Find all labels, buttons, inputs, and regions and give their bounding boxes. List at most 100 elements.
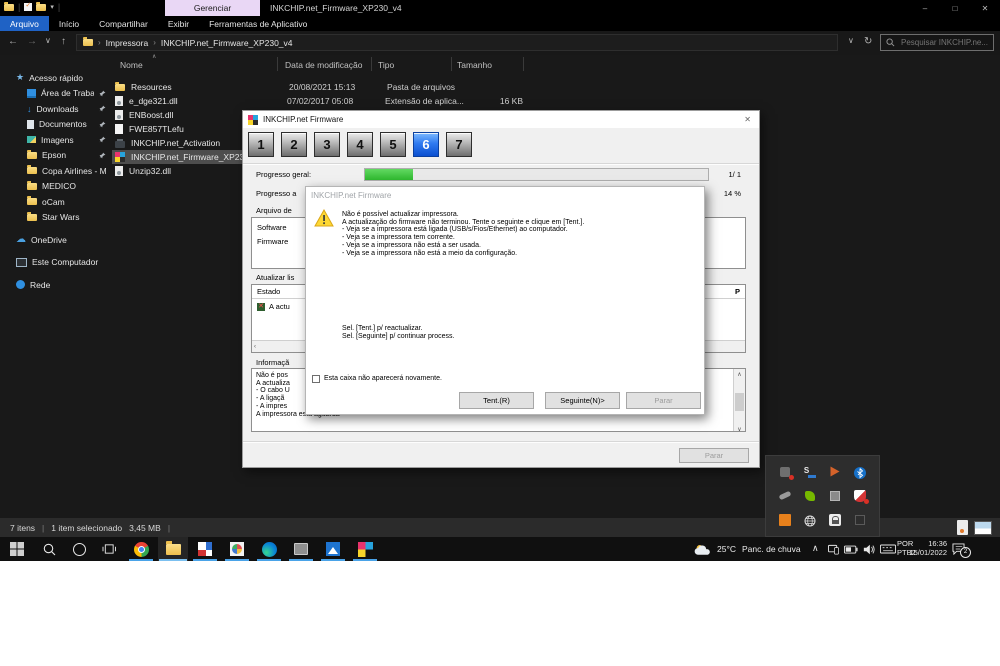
- retry-button[interactable]: Tent.(R): [459, 392, 534, 409]
- column-header-tamanho[interactable]: Tamanho: [457, 60, 492, 70]
- start-button[interactable]: [2, 537, 32, 561]
- taskbar-pdf-app[interactable]: [190, 537, 220, 561]
- close-button[interactable]: ✕: [970, 0, 1000, 16]
- power-icon[interactable]: [779, 466, 791, 478]
- placeholder-icon[interactable]: [854, 514, 866, 526]
- weather-widget[interactable]: 25°C Panc. de chuva: [694, 537, 801, 561]
- antivirus-icon[interactable]: [854, 490, 866, 502]
- documents-icon: [27, 120, 34, 129]
- sidebar-item-copa-airlines[interactable]: Copa Airlines - Mala: [0, 163, 108, 179]
- taskbar-image-editor[interactable]: [222, 537, 252, 561]
- tab-arquivo[interactable]: Arquivo: [0, 16, 49, 31]
- list-header-estado[interactable]: Estado: [257, 287, 280, 296]
- windows-logo-icon: [10, 542, 24, 556]
- file-row-edge321[interactable]: e_dge321.dll 07/02/2017 05:08 Extensão d…: [112, 94, 1000, 108]
- tab-exibir[interactable]: Exibir: [158, 16, 199, 31]
- next-button[interactable]: Seguinte(N)>: [545, 392, 620, 409]
- qat-customize-chevron-icon[interactable]: ▾: [50, 3, 54, 11]
- volume-icon[interactable]: [863, 544, 875, 555]
- sidebar-item-onedrive[interactable]: ☁ OneDrive: [0, 232, 108, 248]
- cortana-button[interactable]: [64, 537, 94, 561]
- address-dropdown-icon[interactable]: ∨: [848, 36, 854, 45]
- globe-icon[interactable]: [804, 514, 816, 526]
- breadcrumb-impressora[interactable]: Impressora: [106, 38, 149, 48]
- breadcrumb[interactable]: › Impressora › INKCHIP.net_Firmware_XP23…: [76, 34, 838, 51]
- sidebar-item-medico[interactable]: MEDICO: [0, 179, 108, 195]
- details-view-button[interactable]: [957, 520, 968, 535]
- show-hidden-icons-chevron[interactable]: ∧: [812, 543, 819, 554]
- task-view-button[interactable]: [94, 537, 124, 561]
- battery-icon[interactable]: [844, 545, 858, 554]
- dont-show-again-checkbox[interactable]: [312, 375, 320, 383]
- action-center-button[interactable]: 2: [952, 542, 968, 556]
- new-folder-icon[interactable]: [36, 4, 46, 11]
- vertical-scrollbar[interactable]: ∧ ∨: [733, 369, 745, 432]
- sidebar-item-rede[interactable]: Rede: [0, 277, 108, 293]
- maximize-button[interactable]: □: [940, 0, 970, 16]
- inkchip-app-icon: [248, 115, 258, 125]
- tab-compartilhar[interactable]: Compartilhar: [89, 16, 158, 31]
- search-input[interactable]: [899, 37, 993, 48]
- tab-ferramentas-de-aplicativo[interactable]: Ferramentas de Aplicativo: [199, 16, 317, 31]
- tab-inicio[interactable]: Início: [49, 16, 89, 31]
- printer-app-icon: [115, 141, 125, 148]
- lock-icon[interactable]: [829, 514, 841, 526]
- sidebar-item-este-computador[interactable]: Este Computador: [0, 255, 108, 271]
- touch-keyboard-icon[interactable]: [880, 544, 896, 554]
- sidebar-item-imagens[interactable]: Imagens: [0, 132, 108, 148]
- thumbnails-view-button[interactable]: [974, 521, 992, 535]
- dll-file-icon: [115, 96, 123, 106]
- ribbon-contextual-tab-manage[interactable]: Gerenciar: [165, 0, 260, 16]
- sidebar-item-documentos[interactable]: Documentos: [0, 117, 108, 133]
- breadcrumb-current-folder[interactable]: INKCHIP.net_Firmware_XP230_v4: [161, 38, 293, 48]
- wizard-stop-button[interactable]: Parar: [679, 448, 749, 463]
- sidebar-item-ocam[interactable]: oCam: [0, 194, 108, 210]
- samsung-settings-icon[interactable]: S: [804, 466, 816, 478]
- scrollbar-thumb[interactable]: [735, 393, 744, 411]
- recent-locations-chevron-icon[interactable]: ∨: [45, 36, 51, 45]
- taskbar-search-button[interactable]: [34, 537, 64, 561]
- close-icon[interactable]: ✕: [744, 115, 754, 124]
- sidebar-item-star-wars[interactable]: Star Wars: [0, 210, 108, 226]
- properties-check-icon[interactable]: ✓: [24, 3, 32, 11]
- stop-button-disabled[interactable]: Parar: [626, 392, 701, 409]
- sidebar-item-acesso-rapido[interactable]: ★ Acesso rápido: [0, 70, 108, 86]
- refresh-icon[interactable]: ↻: [864, 36, 872, 47]
- taskbar-inkchip[interactable]: [350, 537, 380, 561]
- list-header-ip[interactable]: P: [735, 287, 740, 296]
- taskbar-edge[interactable]: [254, 537, 284, 561]
- desktop-icon: [27, 89, 36, 98]
- search-box[interactable]: [880, 34, 994, 51]
- edge-icon: [262, 542, 277, 557]
- taskbar-photos[interactable]: [318, 537, 348, 561]
- column-header-data[interactable]: Data de modificação: [285, 60, 363, 70]
- scroll-left-icon[interactable]: ‹: [254, 344, 256, 350]
- connected-devices-icon[interactable]: [828, 544, 839, 555]
- file-row-resources[interactable]: Resources 20/08/2021 15:13 Pasta de arqu…: [112, 80, 1000, 94]
- taskbar-system-app[interactable]: [286, 537, 316, 561]
- column-header-nome[interactable]: Nome: [120, 60, 143, 70]
- badge: [864, 499, 869, 504]
- sidebar-item-downloads[interactable]: ↓ Downloads: [0, 101, 108, 117]
- folder-icon[interactable]: [4, 4, 14, 11]
- scroll-up-icon[interactable]: ∧: [737, 371, 741, 378]
- minimize-button[interactable]: –: [910, 0, 940, 16]
- back-icon[interactable]: ←: [8, 36, 18, 47]
- gpu-icon[interactable]: [829, 466, 841, 478]
- scroll-down-icon[interactable]: ∨: [737, 426, 741, 432]
- clock[interactable]: 16:36 15/01/2022: [905, 540, 947, 557]
- sidebar-item-area-de-trabalho[interactable]: Área de Trabalho: [0, 86, 108, 102]
- taskbar-chrome[interactable]: [126, 537, 156, 561]
- column-header-tipo[interactable]: Tipo: [378, 60, 394, 70]
- orange-app-icon[interactable]: [779, 514, 791, 526]
- forward-icon[interactable]: →: [27, 36, 37, 47]
- up-icon[interactable]: ↑: [61, 36, 66, 47]
- app-box-icon[interactable]: [829, 490, 841, 502]
- scroll-right-icon[interactable]: ›: [745, 344, 746, 350]
- bluetooth-icon[interactable]: [854, 466, 866, 478]
- sidebar-item-epson[interactable]: Epson: [0, 148, 108, 164]
- nvidia-icon[interactable]: [804, 490, 816, 502]
- window-controls: – □ ✕: [910, 0, 1000, 16]
- taskbar-file-explorer[interactable]: [158, 537, 188, 561]
- mouse-icon[interactable]: [779, 490, 791, 502]
